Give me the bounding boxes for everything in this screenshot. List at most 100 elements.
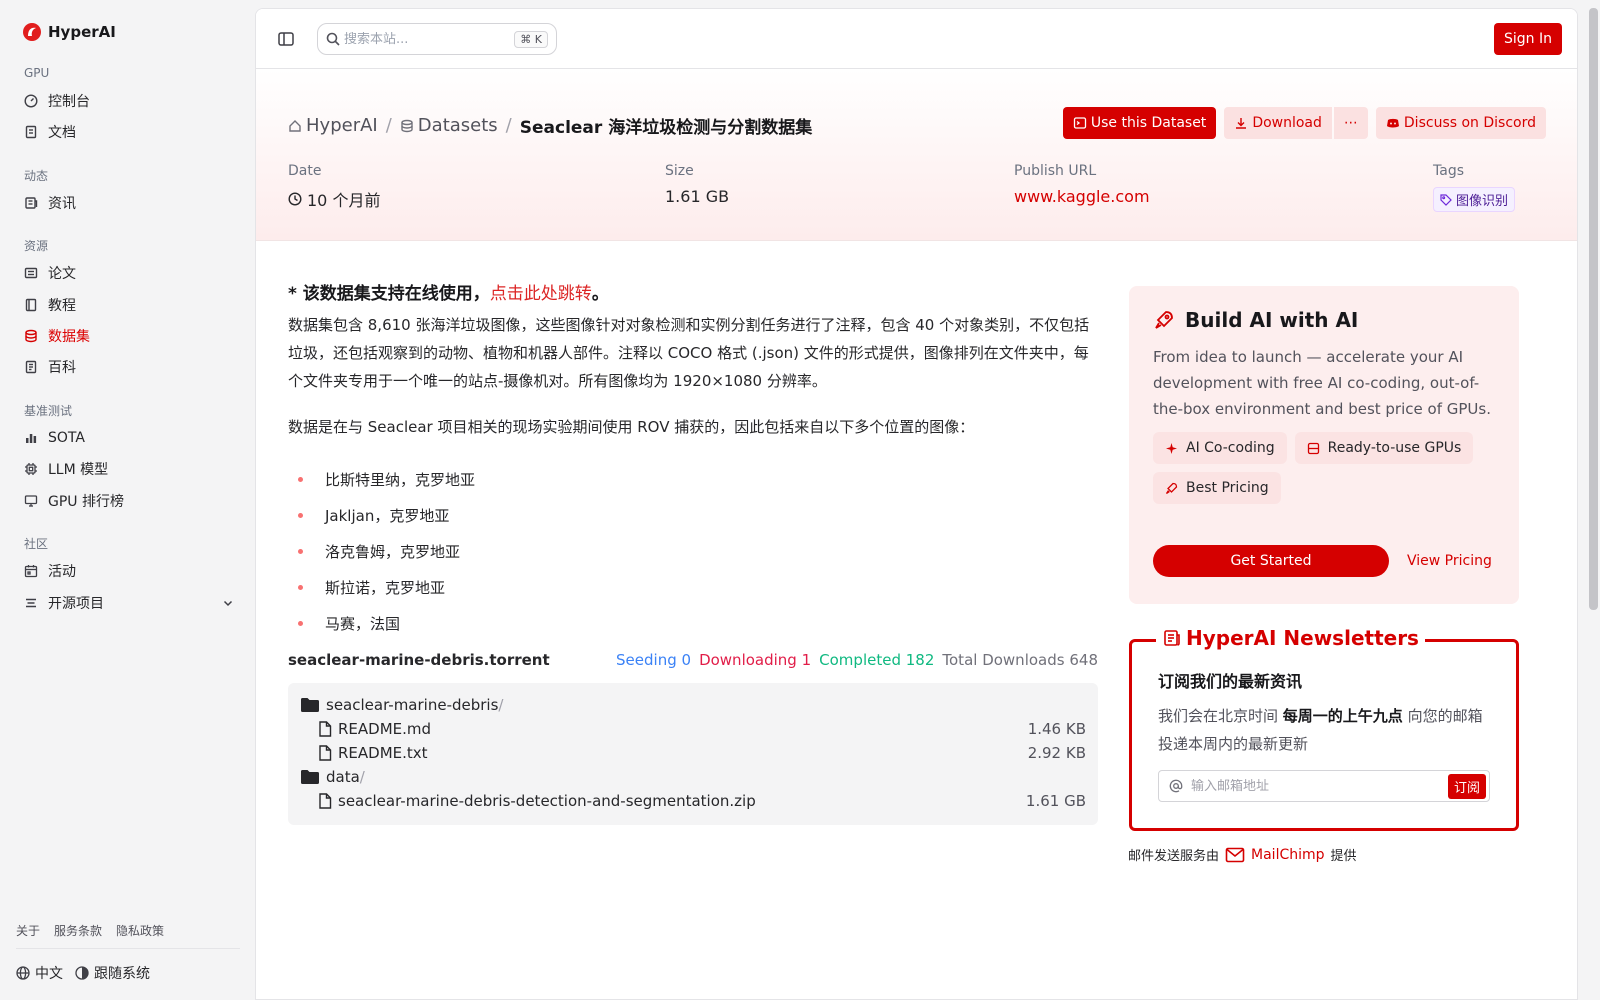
paper-icon — [24, 266, 38, 280]
provider-suffix: 提供 — [1330, 849, 1357, 864]
sidebar-item-3-2[interactable]: GPU 排行榜 — [24, 488, 234, 514]
mail-provider: 邮件发送服务由 MailChimp 提供 — [1128, 845, 1357, 865]
torrent-name[interactable]: seaclear-marine-debris.torrent — [288, 651, 550, 669]
notice-jump-link[interactable]: 点击此处跳转 — [490, 284, 592, 304]
theme-switcher[interactable]: 跟随系统 — [75, 963, 150, 983]
sidebar-section-title: 资源 — [24, 239, 49, 253]
clock-icon — [288, 192, 302, 206]
sidebar-item-label: 开源项目 — [48, 596, 104, 612]
file-name-text: README.txt — [338, 744, 428, 762]
sidebar-toggle-icon[interactable] — [276, 29, 296, 49]
sidebar-item-1-0[interactable]: 资讯 — [24, 190, 234, 216]
breadcrumb-home[interactable]: HyperAI — [288, 115, 378, 136]
sidebar-item-2-3[interactable]: 百科 — [24, 354, 234, 380]
file-name: seaclear-marine-debris-detection-and-seg… — [318, 792, 756, 810]
discord-icon — [1386, 116, 1400, 130]
folder-slash: / — [359, 768, 365, 786]
footer-link-terms[interactable]: 服务条款 — [54, 922, 102, 939]
main-panel: ⌘ K Sign In HyperAI / Datasets / Seaclea… — [255, 8, 1578, 1000]
sidebar-item-3-1[interactable]: LLM 模型 — [24, 456, 234, 482]
search-input[interactable] — [344, 31, 504, 47]
sidebar: HyperAI GPU 控制台 文档 动态 资讯 资源 论文 教程 数据集 百科 基准测试 SOTA L… — [0, 0, 255, 1000]
meta-url-label: Publish URL — [1014, 163, 1097, 179]
hyperai-logo-icon — [22, 22, 42, 42]
list-item: 马赛，法国 — [288, 605, 475, 641]
language-label: 中文 — [35, 966, 63, 982]
leaderboard-icon — [24, 494, 38, 508]
breadcrumb-datasets[interactable]: Datasets — [400, 115, 498, 136]
server-icon — [1307, 442, 1320, 455]
file-row[interactable]: README.md 1.46 KB — [300, 717, 1086, 741]
meta-size-label: Size — [665, 163, 694, 179]
folder-row[interactable]: seaclear-marine-debris / — [300, 693, 1086, 717]
download-button[interactable]: Download — [1224, 107, 1332, 139]
promo-chips: AI Co-coding Ready-to-use GPUs Best Pric… — [1153, 432, 1495, 504]
list-item: 比斯特里纳，克罗地亚 — [288, 461, 475, 497]
download-group: Download ⋯ — [1224, 107, 1368, 139]
wiki-icon — [24, 360, 38, 374]
file-name-text: seaclear-marine-debris — [326, 696, 499, 714]
mailchimp-link[interactable]: MailChimp — [1251, 847, 1325, 863]
tag-badge[interactable]: 图像识别 — [1433, 187, 1516, 212]
subscribe-button[interactable]: 订阅 — [1447, 773, 1486, 799]
more-options-button[interactable]: ⋯ — [1333, 107, 1368, 139]
chip-gpus: Ready-to-use GPUs — [1294, 432, 1474, 464]
meta-tags: Tags 图像识别 — [1433, 163, 1516, 212]
list-icon — [24, 596, 38, 610]
sidebar-item-4-0[interactable]: 活动 — [24, 558, 234, 584]
online-notice: * 该数据集支持在线使用，点击此处跳转。 — [288, 279, 609, 304]
seeding-label: Seeding — [616, 651, 677, 669]
total-count: 648 — [1069, 651, 1098, 669]
folder-slash: / — [498, 696, 504, 714]
sidebar-item-0-0[interactable]: 控制台 — [24, 88, 234, 114]
chip-pricing: Best Pricing — [1153, 472, 1281, 504]
sidebar-item-2-2[interactable]: 数据集 — [24, 323, 234, 349]
meta-date-label: Date — [288, 163, 322, 179]
notice-suffix: 。 — [591, 284, 609, 304]
sign-in-button[interactable]: Sign In — [1494, 23, 1562, 55]
file-row[interactable]: seaclear-marine-debris-detection-and-seg… — [300, 789, 1086, 813]
chevron-down-icon[interactable] — [222, 597, 234, 609]
download-label: Download — [1252, 115, 1322, 131]
sidebar-item-4-1[interactable]: 开源项目 — [24, 590, 234, 616]
sidebar-item-2-1[interactable]: 教程 — [24, 292, 234, 318]
search-icon — [326, 32, 340, 46]
downloading-stat: Downloading 1 — [699, 651, 811, 669]
brand-name: HyperAI — [48, 23, 116, 41]
scrollbar-thumb[interactable] — [1589, 8, 1598, 610]
language-switcher[interactable]: 中文 — [16, 963, 63, 983]
folder-row[interactable]: data / — [300, 765, 1086, 789]
home-icon — [288, 119, 302, 133]
publish-url-link[interactable]: www.kaggle.com — [1014, 187, 1150, 206]
downloading-count: 1 — [801, 651, 812, 669]
newsletter-card: HyperAI Newsletters 订阅我们的最新资讯 我们会在北京时间 每… — [1129, 626, 1519, 831]
discord-button[interactable]: Discuss on Discord — [1375, 107, 1546, 139]
footer-link-privacy[interactable]: 隐私政策 — [116, 922, 164, 939]
sidebar-item-label: 论文 — [48, 266, 76, 282]
sidebar-item-0-1[interactable]: 文档 — [24, 119, 234, 145]
torrent-stats: Seeding 0 Downloading 1 Completed 182 To… — [616, 651, 1098, 669]
sidebar-item-3-0[interactable]: SOTA — [24, 425, 234, 451]
page-scrollbar[interactable] — [1586, 0, 1600, 1000]
sidebar-divider — [16, 948, 240, 949]
newspaper-icon — [1162, 628, 1182, 648]
get-started-button[interactable]: Get Started — [1153, 545, 1389, 577]
email-input[interactable] — [1191, 778, 1440, 794]
view-pricing-link[interactable]: View Pricing — [1407, 553, 1492, 569]
footer-link-about[interactable]: 关于 — [16, 922, 40, 939]
rocket-icon — [1165, 482, 1178, 495]
folder-icon — [300, 769, 320, 785]
search-box[interactable]: ⌘ K — [317, 23, 557, 55]
newsletter-title-text: HyperAI Newsletters — [1186, 626, 1419, 650]
file-row[interactable]: README.txt 2.92 KB — [300, 741, 1086, 765]
promo-card: Build AI with AI From idea to launch — a… — [1129, 286, 1519, 604]
date-text: 10 个月前 — [307, 191, 381, 210]
use-dataset-button[interactable]: Use this Dataset — [1062, 107, 1217, 139]
folder-icon — [300, 697, 320, 713]
breadcrumb-separator: / — [385, 115, 392, 136]
sidebar-item-label: LLM 模型 — [48, 462, 109, 478]
file-name-text: data — [326, 768, 360, 786]
sidebar-item-2-0[interactable]: 论文 — [24, 260, 234, 286]
brand[interactable]: HyperAI — [22, 22, 116, 42]
contrast-icon — [75, 966, 89, 980]
